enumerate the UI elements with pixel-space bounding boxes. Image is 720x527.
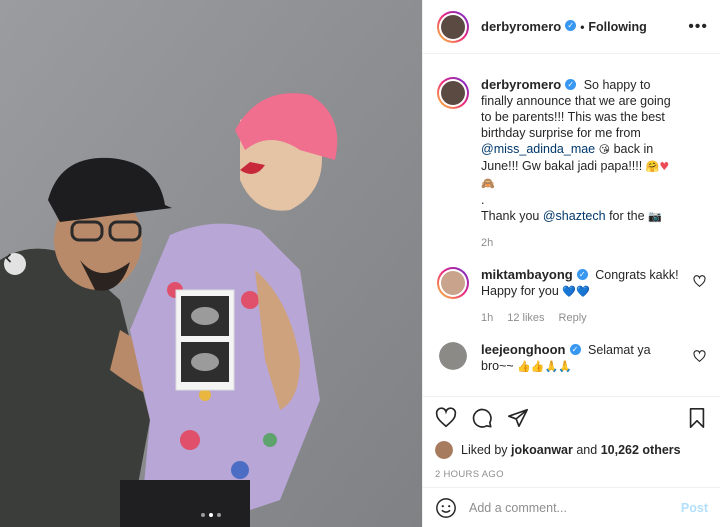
verified-badge-icon: ✓	[565, 79, 577, 91]
emoji-smiley-icon[interactable]	[435, 497, 457, 519]
comment-likes[interactable]: 12 likes	[507, 310, 544, 326]
comment-like-heart-icon[interactable]	[693, 275, 706, 288]
caption-avatar[interactable]	[437, 77, 469, 109]
mention-link[interactable]: @miss_adinda_mae	[481, 142, 595, 156]
author-avatar[interactable]	[437, 10, 469, 43]
comment-bubble-icon[interactable]	[471, 407, 493, 429]
caption-age[interactable]: 2h	[481, 235, 493, 251]
add-comment-bar: Post	[423, 487, 720, 527]
instagram-post-modal: derbyromero ✓ • Following ••• derbyromer…	[0, 0, 720, 527]
comment-row: leejeonghoon ✓ Selamat ya bro~~ 👍👍🙏🙏	[437, 342, 706, 375]
couple-photo-illustration	[0, 0, 422, 527]
carousel-prev-button[interactable]	[4, 253, 26, 275]
save-bookmark-icon[interactable]	[686, 407, 708, 429]
comment-text: leejeonghoon ✓ Selamat ya bro~~ 👍👍🙏🙏	[481, 342, 681, 375]
action-icons	[435, 405, 708, 431]
verified-badge-icon: ✓	[576, 269, 588, 281]
post-actions: Liked by jokoanwar and 10,262 others 2 H…	[423, 396, 720, 480]
likes-others-link[interactable]: 10,262 others	[601, 443, 681, 457]
comment-meta: 1h 12 likes Reply	[481, 310, 681, 326]
caption-text: derbyromero ✓ So happy to finally announc…	[481, 77, 681, 251]
likes-and: and	[576, 443, 598, 457]
separator-dot: •	[580, 19, 585, 34]
thumbs-pray-emoji-icon: 👍👍🙏🙏	[517, 360, 572, 373]
following-button[interactable]: Following	[588, 20, 646, 34]
comment-like-heart-icon[interactable]	[693, 350, 706, 363]
like-heart-icon[interactable]	[435, 407, 457, 429]
post-photo[interactable]	[0, 0, 422, 527]
carousel-dot	[217, 513, 221, 517]
caption-body-4: for the	[609, 209, 645, 223]
carousel-dot-active	[209, 513, 213, 517]
caption: derbyromero ✓ So happy to finally announc…	[437, 77, 706, 251]
wink-emoji-icon: 😘	[598, 143, 611, 156]
post-comment-button[interactable]: Post	[681, 501, 708, 515]
liker-avatar[interactable]	[435, 441, 453, 459]
verified-badge-icon: ✓	[569, 344, 581, 356]
post-sidebar: derbyromero ✓ • Following ••• derbyromer…	[422, 0, 720, 527]
likes-summary: Liked by jokoanwar and 10,262 others	[435, 441, 708, 459]
comment-text: miktambayong ✓ Congrats kakk! Happy for y…	[481, 267, 681, 326]
blue-heart-emoji-icon: 💙💙	[562, 285, 590, 298]
caption-meta: 2h	[481, 235, 681, 251]
post-timestamp[interactable]: 2 HOURS AGO	[435, 469, 708, 480]
commenter-avatar[interactable]	[437, 267, 469, 299]
comments-section: derbyromero ✓ So happy to finally announc…	[423, 55, 720, 385]
comment-age[interactable]: 1h	[481, 310, 493, 326]
mention-link-2[interactable]: @shaztech	[543, 209, 606, 223]
likes-prefix: Liked by	[461, 443, 508, 457]
chevron-left-icon	[5, 253, 12, 263]
caption-body-3: Thank you	[481, 209, 540, 223]
verified-badge-icon: ✓	[565, 20, 577, 31]
carousel-indicator	[0, 513, 422, 517]
post-header: derbyromero ✓ • Following •••	[423, 0, 720, 54]
more-options-icon[interactable]: •••	[688, 18, 708, 36]
camera-emoji-icon: 📷	[648, 210, 662, 223]
commenter-username[interactable]: miktambayong	[481, 267, 573, 282]
share-paper-plane-icon[interactable]	[507, 407, 529, 429]
author-username[interactable]: derbyromero	[481, 19, 561, 34]
caption-dot-line: .	[481, 193, 485, 207]
carousel-dot	[201, 513, 205, 517]
commenter-avatar[interactable]	[439, 342, 467, 370]
comment-input[interactable]	[469, 500, 681, 515]
caption-username[interactable]: derbyromero	[481, 77, 561, 92]
liker-username[interactable]: jokoanwar	[511, 443, 573, 457]
commenter-username[interactable]: leejeonghoon	[481, 342, 566, 357]
reply-button[interactable]: Reply	[559, 310, 587, 326]
comment-row: miktambayong ✓ Congrats kakk! Happy for y…	[437, 267, 706, 326]
